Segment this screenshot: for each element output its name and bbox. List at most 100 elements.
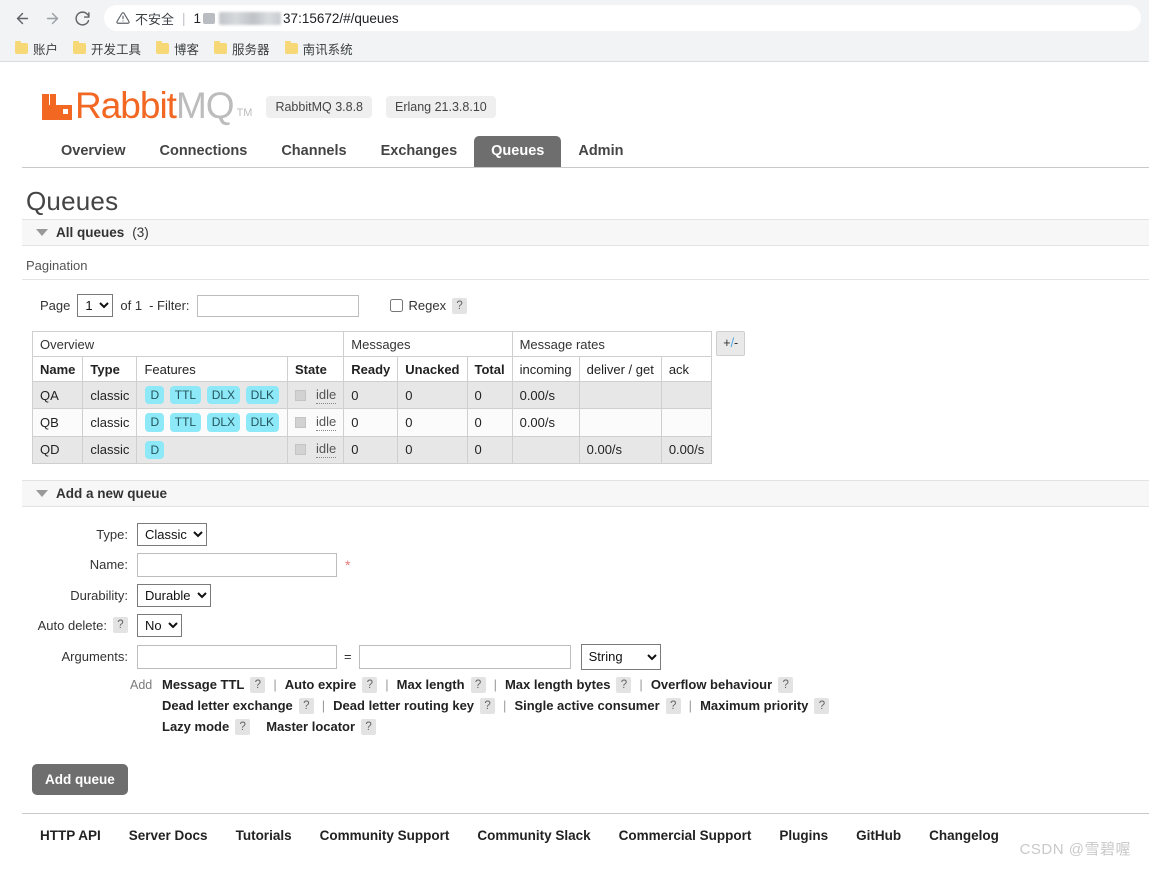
argument-value-input[interactable] [358, 644, 571, 669]
footer-link-commercial-support[interactable]: Commercial Support [619, 828, 752, 843]
queue-name[interactable]: QB [31, 408, 84, 437]
rabbitmq-management-page: Rabbit MQ TM RabbitMQ 3.8.8 Erlang 21.3.… [0, 62, 1149, 869]
footer-link-tutorials[interactable]: Tutorials [236, 828, 292, 843]
column-header-name[interactable]: Name [31, 356, 84, 383]
preset-max-length-bytes[interactable]: Max length bytes [505, 677, 610, 692]
preset-dead-letter-exchange[interactable]: Dead letter exchange [162, 698, 293, 713]
queue-name[interactable]: QD [31, 435, 84, 464]
bookmark-item[interactable]: 南讯系统 [280, 37, 361, 60]
tab-connections[interactable]: Connections [143, 136, 265, 167]
folder-icon [284, 41, 298, 54]
queue-features: D TTL DLX DLK [136, 381, 289, 410]
add-argument-label: Add [130, 677, 153, 692]
chevron-down-icon[interactable] [36, 229, 48, 237]
queue-unacked: 0 [397, 408, 468, 437]
preset-dead-letter-routing-key[interactable]: Dead letter routing key [333, 698, 474, 713]
preset-single-active-consumer-help-icon[interactable]: ? [665, 697, 681, 714]
reload-icon[interactable] [68, 4, 96, 32]
regex-checkbox[interactable] [389, 299, 403, 313]
preset-maximum-priority[interactable]: Maximum priority [700, 698, 808, 713]
bookmark-item[interactable]: 开发工具 [68, 37, 149, 60]
feature-badge: DLX [206, 413, 241, 432]
preset-auto-expire[interactable]: Auto expire [285, 677, 357, 692]
filter-input[interactable] [196, 294, 359, 317]
preset-lazy-mode-help-icon[interactable]: ? [235, 718, 251, 735]
column-header-deliver-get[interactable]: deliver / get [578, 356, 662, 383]
add-queue-button[interactable]: Add queue [32, 763, 128, 795]
footer-link-plugins[interactable]: Plugins [779, 828, 828, 843]
argument-key-input[interactable] [137, 644, 337, 669]
address-bar[interactable]: 不安全 | 1 37:15672/#/queues [104, 5, 1141, 31]
footer-link-changelog[interactable]: Changelog [929, 828, 999, 843]
back-icon[interactable] [8, 4, 36, 32]
tab-overview[interactable]: Overview [44, 136, 143, 167]
feature-badge: DLX [206, 386, 241, 405]
column-header-type[interactable]: Type [82, 356, 138, 383]
chevron-down-icon[interactable] [36, 489, 48, 497]
bookmark-label: 账户 [33, 43, 59, 57]
preset-dead-letter-exchange-help-icon[interactable]: ? [298, 697, 314, 714]
tab-admin[interactable]: Admin [561, 136, 640, 167]
queue-type-select[interactable]: Classic [137, 522, 207, 546]
queue-ack-rate [660, 408, 713, 437]
state-indicator-icon [295, 444, 307, 456]
bookmark-item[interactable]: 服务器 [209, 37, 278, 60]
column-header-total[interactable]: Total [466, 356, 513, 383]
preset-lazy-mode[interactable]: Lazy mode [162, 719, 229, 734]
preset-overflow-behaviour[interactable]: Overflow behaviour [651, 677, 772, 692]
column-header-ready[interactable]: Ready [343, 356, 399, 383]
footer-link-community-slack[interactable]: Community Slack [477, 828, 590, 843]
footer-link-github[interactable]: GitHub [856, 828, 901, 843]
all-queues-section-header[interactable]: All queues (3) [22, 219, 1149, 247]
preset-master-locator[interactable]: Master locator [266, 719, 355, 734]
add-queue-section-header[interactable]: Add a new queue [22, 479, 1149, 507]
page-select[interactable]: 1 [77, 294, 114, 318]
column-header-state[interactable]: State [287, 356, 345, 383]
footer-link-server-docs[interactable]: Server Docs [129, 828, 208, 843]
durability-select[interactable]: Durable [137, 583, 211, 607]
preset-max-length[interactable]: Max length [397, 677, 465, 692]
queue-name[interactable]: QA [31, 381, 84, 410]
column-header-unacked[interactable]: Unacked [397, 356, 468, 383]
add-queue-section-label: Add a new queue [56, 485, 168, 501]
table-row[interactable]: QB classic D TTL DLX DLK idle 0 0 0 0.00… [31, 408, 713, 437]
bookmark-item[interactable]: 博客 [151, 37, 207, 60]
bookmark-item[interactable]: 账户 [10, 37, 66, 60]
column-header-incoming[interactable]: incoming [511, 356, 580, 383]
table-row[interactable]: QD classic D idle 0 0 0 0.00/s 0.00/s [31, 435, 713, 464]
preset-maximum-priority-help-icon[interactable]: ? [814, 697, 830, 714]
preset-overflow-behaviour-help-icon[interactable]: ? [778, 676, 794, 693]
auto-delete-select[interactable]: No [137, 613, 182, 637]
preset-max-length-help-icon[interactable]: ? [470, 676, 486, 693]
regex-help-icon[interactable]: ? [452, 297, 468, 314]
toggle-columns-button[interactable]: +/- [716, 331, 746, 357]
column-header-features[interactable]: Features [136, 356, 289, 383]
page-title: Queues [26, 186, 119, 217]
preset-message-ttl-help-icon[interactable]: ? [250, 676, 266, 693]
preset-message-ttl[interactable]: Message TTL [162, 677, 244, 692]
preset-row-1: Add Message TTL ? | Auto expire ? | Max … [130, 676, 1149, 693]
footer-link-community-support[interactable]: Community Support [320, 828, 450, 843]
table-row[interactable]: QA classic D TTL DLX DLK idle 0 0 0 0.00… [31, 381, 713, 410]
tab-queues[interactable]: Queues [474, 136, 562, 168]
url-redaction-block-1 [203, 12, 216, 24]
queue-ready: 0 [343, 408, 399, 437]
preset-separator: | [385, 677, 389, 693]
forward-icon[interactable] [38, 4, 66, 32]
tab-exchanges[interactable]: Exchanges [364, 136, 475, 167]
queue-ack-rate [660, 381, 713, 410]
rabbitmq-logo[interactable]: Rabbit MQ TM [42, 87, 252, 124]
preset-dead-letter-routing-key-help-icon[interactable]: ? [480, 697, 496, 714]
preset-auto-expire-help-icon[interactable]: ? [362, 676, 378, 693]
preset-single-active-consumer[interactable]: Single active consumer [514, 698, 659, 713]
state-label: idle [316, 441, 337, 458]
footer-link-http-api[interactable]: HTTP API [40, 828, 101, 843]
form-row-arguments: Arguments: = String [22, 643, 1149, 670]
argument-type-select[interactable]: String [580, 643, 661, 670]
preset-master-locator-help-icon[interactable]: ? [361, 718, 377, 735]
queue-name-input[interactable] [137, 552, 337, 577]
tab-channels[interactable]: Channels [264, 136, 363, 167]
column-header-ack[interactable]: ack [660, 356, 713, 383]
auto-delete-help-icon[interactable]: ? [113, 617, 128, 634]
preset-max-length-bytes-help-icon[interactable]: ? [616, 676, 632, 693]
